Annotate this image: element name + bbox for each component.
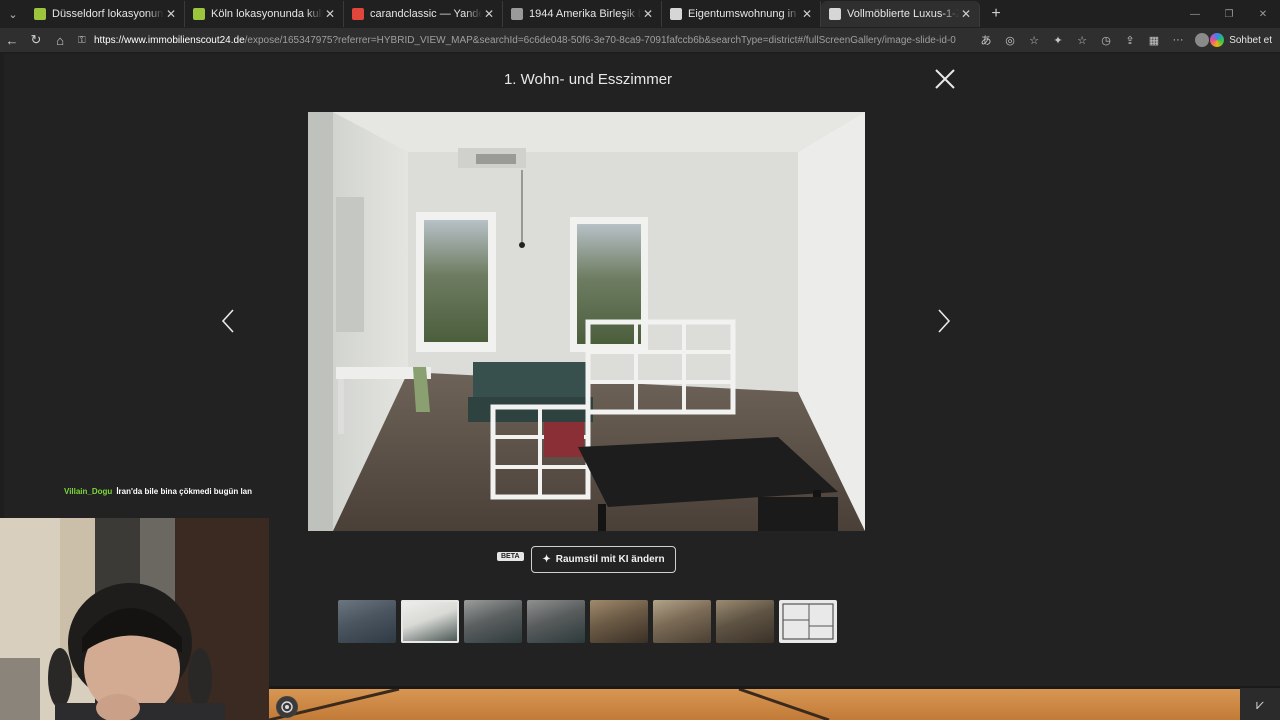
- gallery-title: 1. Wohn- und Esszimmer: [503, 71, 673, 88]
- tab-close-icon[interactable]: ✕: [641, 7, 655, 21]
- reader-mode-icon[interactable]: ◎: [998, 34, 1022, 47]
- tab-favicon-icon: [829, 8, 841, 20]
- gallery-thumbnail-bedroom-1[interactable]: [464, 600, 522, 643]
- tab-favicon-icon: [352, 8, 364, 20]
- previous-image-chevron-icon[interactable]: [220, 308, 236, 334]
- toolbar-icons: あ ◎ ☆ ✦ ☆ ◷ ⇪ ▦ ···: [974, 28, 1214, 52]
- more-menu-icon[interactable]: ···: [1166, 34, 1190, 46]
- share-icon[interactable]: ⇪: [1118, 34, 1142, 47]
- url-host: https://www.immobilienscout24.de: [94, 34, 245, 46]
- extensions-icon[interactable]: ✦: [1046, 34, 1070, 47]
- tab-close-icon[interactable]: ✕: [323, 7, 337, 21]
- stream-logo-icon: [276, 696, 298, 718]
- browser-tab[interactable]: carandclassic — Yandex: 3 bin sonuç✕: [344, 1, 503, 27]
- tab-title: 1944 Amerika Birleşik Devletleri'nde: [529, 8, 641, 20]
- address-bar[interactable]: ⚿ https://www.immobilienscout24.de/expos…: [78, 30, 973, 50]
- browser-tab[interactable]: 1944 Amerika Birleşik Devletleri'nde✕: [503, 1, 662, 27]
- reload-icon[interactable]: ↻: [24, 28, 48, 52]
- beta-badge: BETA: [497, 552, 524, 561]
- tab-favicon-icon: [670, 8, 682, 20]
- new-tab-plus-icon[interactable]: +: [984, 5, 1008, 23]
- wood-desk-illustration: [269, 687, 830, 720]
- gallery-thumbnail-living-room[interactable]: [401, 600, 459, 643]
- ai-restyle-room-label: Raumstil mit KI ändern: [555, 554, 665, 565]
- copilot-icon: [1210, 33, 1225, 47]
- gallery-thumbnail-floor-plan[interactable]: [779, 600, 837, 643]
- tab-favicon-icon: [34, 8, 46, 20]
- webcam-overlay: [0, 518, 269, 720]
- profile-avatar[interactable]: [1195, 33, 1209, 47]
- next-image-chevron-icon[interactable]: [936, 308, 952, 334]
- ai-restyle-room-button[interactable]: ✦ Raumstil mit KI ändern: [531, 546, 676, 573]
- url-path: /expose/165347975?referrer=HYBRID_VIEW_M…: [244, 34, 956, 46]
- tab-title: Düsseldorf lokasyonunda antika ofis: [52, 8, 164, 20]
- tab-list: Düsseldorf lokasyonunda antika ofis✕Köln…: [26, 1, 980, 27]
- browser-tab[interactable]: Eigentumswohnung in Frankfurt am✕: [662, 1, 821, 27]
- gallery-main-photo[interactable]: [308, 112, 865, 531]
- gallery-thumbnail-building-exterior[interactable]: [338, 600, 396, 643]
- history-icon[interactable]: ◷: [1094, 34, 1118, 47]
- site-info-icon[interactable]: ⚿: [78, 35, 94, 46]
- favorites-icon[interactable]: ☆: [1070, 34, 1094, 47]
- home-icon[interactable]: ⌂: [48, 28, 72, 52]
- gallery-thumbnail-bedroom-2[interactable]: [527, 600, 585, 643]
- gallery-thumbnail-hallway-2[interactable]: [716, 600, 774, 643]
- strip-border: [269, 686, 1280, 689]
- sparkle-icon: ✦: [542, 554, 551, 565]
- favorite-star-icon[interactable]: ☆: [1022, 34, 1046, 47]
- stream-chat-message: Villain_Dogu İran'da bile bina çökmedi bu…: [64, 487, 252, 496]
- tab-favicon-icon: [193, 8, 205, 20]
- browser-tab[interactable]: Vollmöblierte Luxus-1-Zi. Neubau-✕: [821, 1, 980, 27]
- collections-icon[interactable]: ▦: [1142, 34, 1166, 47]
- restore-icon[interactable]: ❐: [1212, 0, 1246, 28]
- stream-corner-logo-icon: ⩗: [1240, 688, 1280, 720]
- webcam-illustration: [0, 518, 269, 720]
- thumbnail-strip: [338, 600, 837, 643]
- gallery-thumbnail-bathroom[interactable]: [590, 600, 648, 643]
- chat-username: Villain_Dogu: [64, 487, 113, 496]
- tab-favicon-icon: [511, 8, 523, 20]
- window-controls: — ❐ ✕: [1178, 0, 1280, 28]
- tab-title: Vollmöblierte Luxus-1-Zi. Neubau-: [847, 8, 959, 20]
- translate-icon[interactable]: あ: [974, 32, 998, 48]
- chat-text: İran'da bile bina çökmedi bugün lan: [116, 487, 253, 496]
- close-window-icon[interactable]: ✕: [1246, 0, 1280, 28]
- tab-title: carandclassic — Yandex: 3 bin sonuç: [370, 8, 482, 20]
- tab-title: Eigentumswohnung in Frankfurt am: [688, 8, 800, 20]
- tab-actions-chevron-icon[interactable]: ⌄: [0, 0, 26, 28]
- browser-toolbar: ← ↻ ⌂ ⚿ https://www.immobilienscout24.de…: [0, 28, 1280, 52]
- copilot-chat-button[interactable]: Sohbet et: [1210, 32, 1272, 48]
- browser-tab-strip: ⌄ Düsseldorf lokasyonunda antika ofis✕Kö…: [0, 0, 1280, 28]
- gallery-thumbnail-hallway-1[interactable]: [653, 600, 711, 643]
- tab-close-icon[interactable]: ✕: [959, 7, 973, 21]
- minimize-icon[interactable]: —: [1178, 0, 1212, 28]
- room-photo-illustration: [308, 112, 865, 531]
- tab-close-icon[interactable]: ✕: [800, 7, 814, 21]
- browser-tab[interactable]: Düsseldorf lokasyonunda antika ofis✕: [26, 1, 185, 27]
- back-arrow-icon[interactable]: ←: [0, 28, 24, 52]
- tab-close-icon[interactable]: ✕: [482, 7, 496, 21]
- tab-title: Köln lokasyonunda kullanılmış araç: [211, 8, 323, 20]
- browser-tab[interactable]: Köln lokasyonunda kullanılmış araç✕: [185, 1, 344, 27]
- tab-close-icon[interactable]: ✕: [164, 7, 178, 21]
- close-gallery-icon[interactable]: [933, 67, 957, 91]
- stream-bottom-strip: [269, 686, 1280, 720]
- copilot-label: Sohbet et: [1229, 34, 1272, 46]
